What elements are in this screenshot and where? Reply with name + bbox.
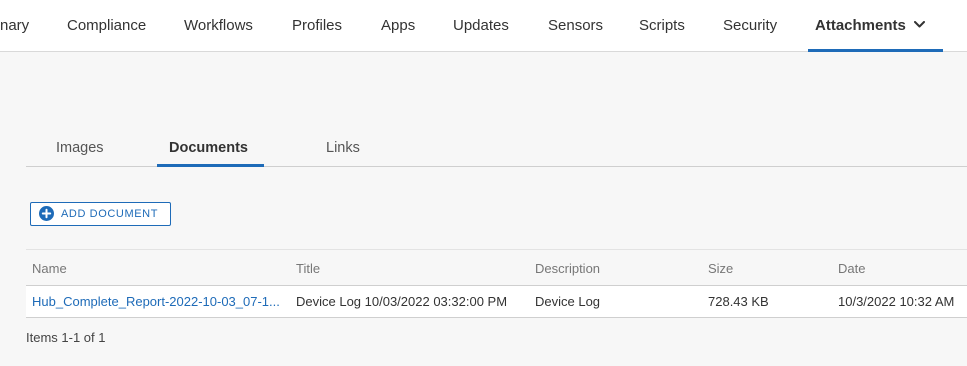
column-header-name[interactable]: Name <box>32 250 286 288</box>
active-subtab-underline <box>157 164 264 167</box>
column-header-size[interactable]: Size <box>708 250 828 288</box>
document-description: Device Log <box>535 294 601 309</box>
table-header: Name Title Description Size Date <box>26 249 967 286</box>
tab-summary[interactable]: nary <box>0 0 29 51</box>
tab-workflows[interactable]: Workflows <box>184 0 253 51</box>
tab-profiles[interactable]: Profiles <box>292 0 342 51</box>
add-document-button[interactable]: ADD DOCUMENT <box>30 202 171 226</box>
table-row[interactable]: Hub_Complete_Report-2022-10-03_07-1... D… <box>26 286 967 318</box>
documents-table: Name Title Description Size Date Hub_Com… <box>26 249 967 318</box>
add-document-label: ADD DOCUMENT <box>61 208 159 220</box>
document-title: Device Log 10/03/2022 03:32:00 PM <box>296 294 508 309</box>
chevron-down-icon <box>913 21 925 28</box>
attachment-type-tabs: Images Documents Links <box>26 128 967 167</box>
document-name-link[interactable]: Hub_Complete_Report-2022-10-03_07-1... <box>32 286 286 317</box>
tab-attachments[interactable]: Attachments <box>815 0 925 51</box>
tab-security[interactable]: Security <box>723 0 777 51</box>
plus-circle-icon <box>39 206 54 221</box>
tab-attachments-label: Attachments <box>815 17 906 34</box>
pagination-info: Items 1-1 of 1 <box>26 330 106 345</box>
column-header-title[interactable]: Title <box>296 250 526 288</box>
tab-updates[interactable]: Updates <box>453 0 509 51</box>
subtab-links[interactable]: Links <box>326 128 360 166</box>
column-header-description[interactable]: Description <box>535 250 695 288</box>
column-header-date[interactable]: Date <box>838 250 967 288</box>
document-date: 10/3/2022 10:32 AM <box>838 294 955 309</box>
tab-compliance[interactable]: Compliance <box>67 0 146 51</box>
tab-sensors[interactable]: Sensors <box>548 0 603 51</box>
top-navigation: nary Compliance Workflows Profiles Apps … <box>0 0 967 52</box>
tab-apps[interactable]: Apps <box>381 0 415 51</box>
document-size: 728.43 KB <box>708 294 769 309</box>
active-tab-underline <box>808 49 943 52</box>
subtab-images[interactable]: Images <box>56 128 104 166</box>
tab-scripts[interactable]: Scripts <box>639 0 685 51</box>
subtab-documents[interactable]: Documents <box>169 128 248 166</box>
